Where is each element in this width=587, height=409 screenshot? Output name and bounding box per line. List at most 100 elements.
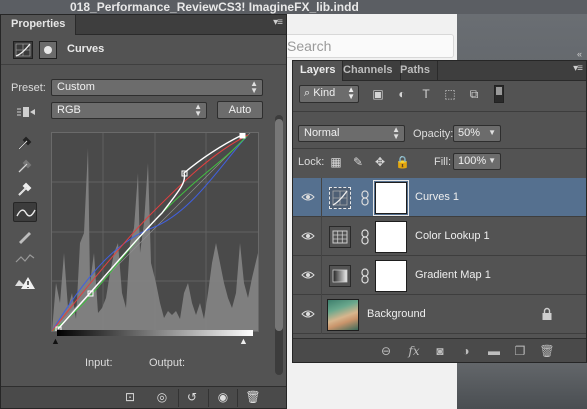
layer-mask-thumbnail[interactable] (373, 180, 409, 216)
input-label: Input: (85, 357, 113, 369)
eye-separator (321, 295, 322, 334)
collapse-panel-icon[interactable]: « (577, 49, 582, 59)
footer-separator (237, 389, 238, 407)
tab-channels[interactable]: Channels (336, 61, 401, 81)
adjustment-title: Curves (67, 43, 105, 55)
fill-value: 100% (458, 155, 487, 167)
preset-select[interactable]: Custom ▲ ▼ (51, 79, 263, 96)
add-layer-style-icon[interactable]: fx (405, 343, 423, 359)
layer-row-gradient-map[interactable]: Gradient Map 1 (293, 256, 586, 295)
white-point-slider-icon[interactable]: ▲ (239, 336, 248, 346)
delete-layer-trash-icon[interactable]: 🗑 (538, 343, 556, 359)
layers-panel: Layers Channels Paths ▾≡ « ⌕ Kind ▲ ▼ ▣ ◐… (292, 49, 587, 363)
clipping-warning-icon[interactable] (13, 272, 37, 292)
divider (293, 111, 586, 112)
search-icon: ⌕ (304, 87, 314, 99)
edit-points-curve-icon[interactable] (13, 202, 37, 222)
tab-properties[interactable]: Properties (1, 15, 77, 35)
link-chain-icon[interactable] (360, 229, 370, 245)
filter-adjustment-icon[interactable]: ◐ (394, 87, 410, 101)
visibility-eye-icon[interactable]: ◉ (214, 390, 232, 406)
lock-all-icon[interactable]: 🔒 (395, 155, 410, 169)
document-title: 018_Performance_ReviewCS3! ImagineFX_lib… (70, 0, 359, 14)
layer-name: Color Lookup 1 (415, 230, 490, 242)
lock-image-pixels-icon[interactable]: ✎ (351, 155, 365, 169)
layer-mask-icon[interactable] (39, 41, 57, 59)
hand-adjust-icon[interactable] (15, 103, 37, 121)
layer-row-curves[interactable]: Curves 1 (293, 178, 586, 217)
fill-label: Fill: (434, 156, 452, 168)
lock-position-icon[interactable]: ✥ (373, 155, 387, 169)
sample-black-eyedropper-icon[interactable] (13, 133, 37, 153)
panel-menu-icon[interactable]: ▾≡ (273, 17, 283, 28)
link-chain-icon[interactable] (360, 268, 370, 284)
add-mask-icon[interactable]: ◙ (431, 343, 449, 359)
curves-icon[interactable] (329, 187, 351, 209)
dropdown-arrow-icon: ▼ (488, 128, 496, 137)
curves-graph[interactable] (51, 132, 259, 333)
channel-value: RGB (57, 104, 81, 116)
select-arrows-icon: ▲ ▼ (250, 79, 258, 95)
link-chain-icon[interactable] (360, 190, 370, 206)
lock-row: Lock: ▦ ✎ ✥ 🔒 Fill: 100% ▼ (293, 153, 586, 173)
preset-value: Custom (57, 81, 95, 93)
dropdown-arrow-icon: ▼ (488, 156, 496, 165)
layer-name: Gradient Map 1 (415, 269, 491, 281)
tab-paths[interactable]: Paths (393, 61, 438, 81)
new-group-folder-icon[interactable]: ▬ (485, 343, 503, 359)
curves-adjustment-icon[interactable] (13, 41, 33, 59)
filter-pixel-icon[interactable]: ▣ (370, 87, 386, 101)
filter-kind-select[interactable]: ⌕ Kind ▲ ▼ (299, 85, 359, 103)
new-layer-icon[interactable]: ❐ (511, 343, 529, 359)
scrollbar-thumb[interactable] (275, 119, 283, 331)
black-point-slider-icon[interactable]: ▲ (51, 336, 60, 346)
sample-gray-eyedropper-icon[interactable] (13, 156, 37, 176)
adjustment-header: Curves (1, 35, 286, 65)
visibility-eye-icon[interactable] (301, 269, 315, 281)
reset-icon[interactable]: ↺ (183, 390, 201, 406)
properties-scrollbar[interactable] (275, 115, 283, 375)
view-previous-state-icon[interactable]: ◎ (153, 390, 171, 406)
visibility-eye-icon[interactable] (301, 230, 315, 242)
auto-button[interactable]: Auto (217, 101, 263, 119)
lock-transparent-pixels-icon[interactable]: ▦ (329, 155, 343, 169)
delete-trash-icon[interactable]: 🗑 (244, 390, 262, 406)
properties-tab-bar: Properties ▾≡ (1, 15, 286, 35)
preset-label: Preset: (11, 82, 46, 94)
layer-name: Curves 1 (415, 191, 460, 203)
visibility-eye-icon[interactable] (301, 191, 315, 203)
gradient-icon[interactable] (329, 265, 351, 287)
layer-mask-thumbnail[interactable] (375, 221, 407, 253)
opacity-value: 50% (458, 127, 481, 139)
channel-select[interactable]: RGB ▲ ▼ (51, 102, 207, 119)
layers-footer: ⊖ fx ◙ ◑ ▬ ❐ 🗑 (293, 338, 586, 362)
pencil-draw-icon[interactable] (13, 226, 37, 246)
properties-footer: ⊡ ◎ ↺ ◉ 🗑 (1, 386, 286, 408)
layer-row-color-lookup[interactable]: Color Lookup 1 (293, 217, 586, 256)
panel-menu-icon[interactable]: ▾≡ (573, 63, 583, 74)
opacity-input[interactable]: 50% ▼ (453, 125, 501, 142)
filter-smart-object-icon[interactable]: ⧉ (466, 87, 482, 101)
fill-input[interactable]: 100% ▼ (453, 153, 501, 170)
select-arrows-icon: ▲ ▼ (392, 125, 400, 141)
filter-toggle-switch[interactable] (494, 85, 504, 103)
filter-shape-icon[interactable]: ⬚ (442, 87, 458, 101)
layer-mask-thumbnail[interactable] (375, 260, 407, 292)
clip-to-layer-icon[interactable]: ⊡ (121, 390, 139, 406)
background-thumbnail[interactable] (327, 299, 359, 331)
footer-separator (178, 389, 179, 407)
blend-mode-value: Normal (304, 127, 340, 139)
sample-white-eyedropper-icon[interactable] (13, 179, 37, 199)
grid-icon[interactable] (329, 226, 351, 248)
blend-mode-select[interactable]: Normal ▲ ▼ (298, 125, 405, 142)
filter-type-icon[interactable]: T (418, 87, 434, 101)
lock-label: Lock: (298, 156, 325, 168)
new-adjustment-layer-icon[interactable]: ◑ (457, 343, 475, 359)
visibility-eye-icon[interactable] (301, 308, 315, 320)
curve-point-white (239, 132, 246, 139)
link-layers-icon[interactable]: ⊖ (377, 343, 395, 359)
layer-filter-row: ⌕ Kind ▲ ▼ ▣ ◐ T ⬚ ⧉ (293, 85, 586, 107)
layers-tab-bar: Layers Channels Paths ▾≡ « (293, 49, 586, 81)
smooth-curve-icon[interactable] (13, 249, 37, 269)
layer-row-background[interactable]: Background (293, 295, 586, 334)
